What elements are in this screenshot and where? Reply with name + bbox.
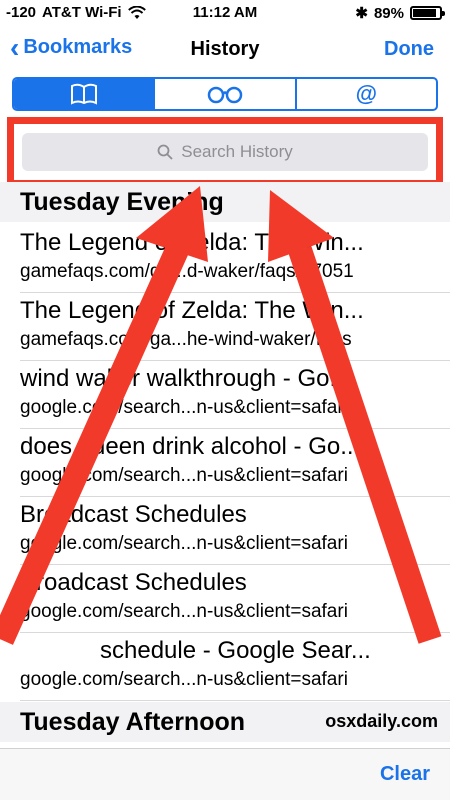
history-title: wind waker walkthrough - Go... [20,365,350,392]
book-icon [70,83,97,105]
page-title: History [190,38,260,60]
reading-list-glasses-icon [207,86,243,104]
section-header-tuesday-evening: Tuesday Evening [0,182,450,222]
search-placeholder: Search History [181,142,293,161]
history-row[interactable]: Broadcast Schedules google.com/search...… [20,497,450,565]
watermark: osxdaily.com [325,711,438,731]
history-row[interactable]: The Legend of Zelda: The Win... gamefaqs… [20,293,450,361]
history-row[interactable]: The Legend of Zelda: The Win... gamefaqs… [20,225,450,293]
history-url: google.com/search...n-us&client=safari [20,397,348,418]
history-row[interactable]: does queen drink alcohol - Go... google.… [20,429,450,497]
history-url: google.com/search...n-us&client=safari [20,465,348,486]
history-url: google.com/search...n-us&client=safari [20,669,348,690]
status-bar: -120 AT&T Wi-Fi 11:12 AM ✱ 89% [0,0,450,26]
history-title: does queen drink alcohol - Go... [20,433,361,460]
history-title: Broadcast Schedules [20,569,247,596]
history-url: google.com/search...n-us&client=safari [20,601,348,622]
battery-fill [413,9,437,17]
done-button[interactable]: Done [384,38,434,61]
search-icon [157,144,173,160]
history-url: gamefaqs.com/ga...he-wind-waker/faqs [20,329,352,350]
search-input[interactable]: Search History [22,133,428,171]
bottom-toolbar: Clear [0,748,450,800]
shared-links-at-icon: @ [355,81,378,106]
bluetooth-icon: ✱ [355,5,368,22]
clock: 11:12 AM [192,4,258,21]
clear-history-button[interactable]: Clear [380,763,430,786]
tab-reading-list[interactable] [155,79,297,109]
history-title: The Legend of Zelda: The Win... [20,297,364,324]
history-row[interactable]: wind waker walkthrough - Go... google.co… [20,361,450,429]
history-title: The Legend of Zelda: The Win... [20,229,364,256]
tab-bookmarks[interactable] [14,79,156,109]
bookmarks-segmented-control: @ [12,77,438,111]
history-title: schedule - Google Sear... [100,637,371,664]
history-row[interactable]: Broadcast Schedules google.com/search...… [20,565,450,633]
history-title: Broadcast Schedules [20,501,247,528]
history-url: google.com/search...n-us&client=safari [20,533,348,554]
navigation-bar: ‹ Bookmarks History Done [0,28,450,72]
history-url: gamefaqs.com/ga...d-waker/faqs/57051 [20,261,354,282]
battery-percent: 89% [373,4,404,22]
battery-icon [410,6,445,20]
tab-shared-links[interactable]: @ [297,79,436,109]
history-row[interactable]: schedule - Google Sear... google.com/sea… [20,633,450,701]
